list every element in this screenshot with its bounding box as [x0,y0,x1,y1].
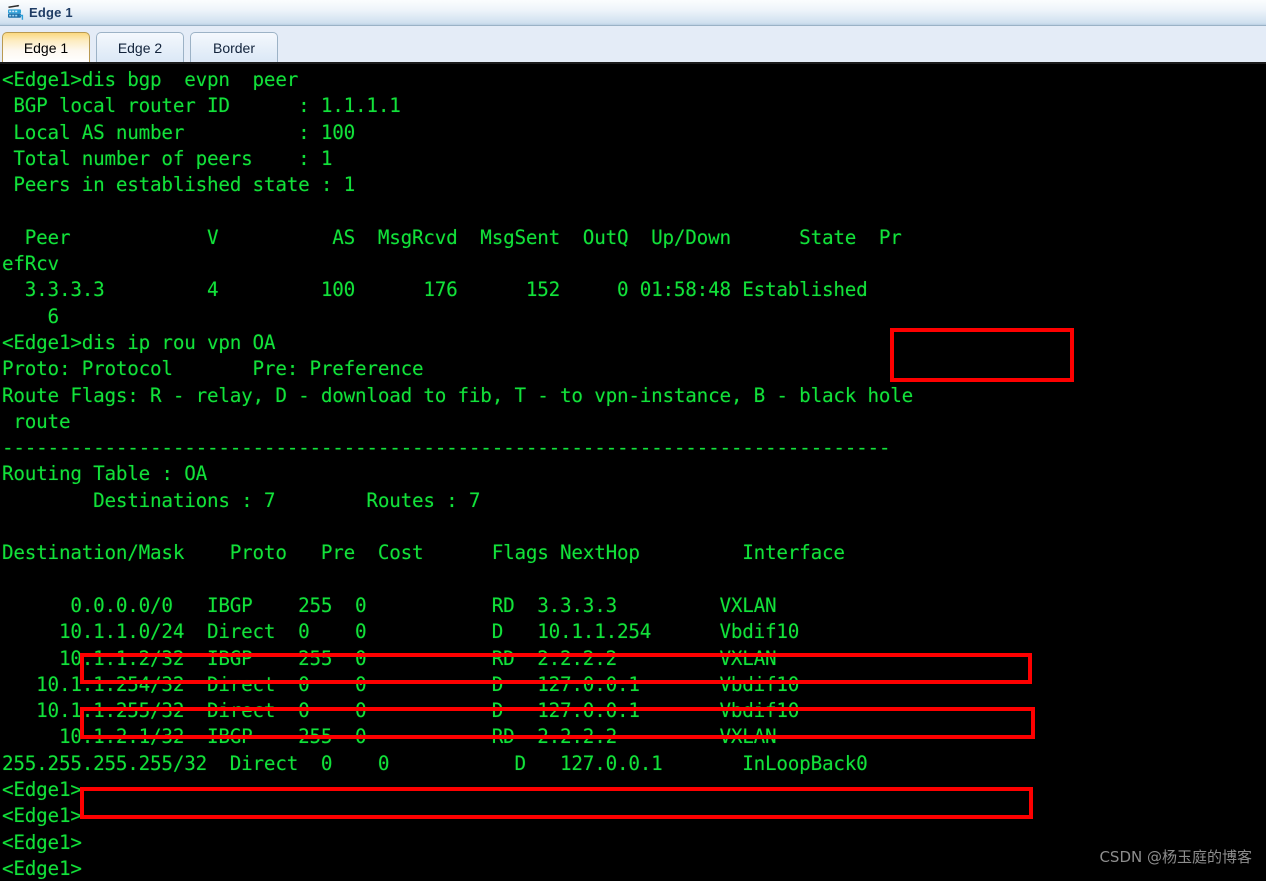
router-device-icon [6,4,24,22]
established-state-box [890,328,1074,382]
tab-border[interactable]: Border [190,32,278,62]
tab-label: Edge 1 [23,39,69,56]
terminal-window: Edge 1 Edge 1 Edge 2 Border <Edge1>dis b… [0,0,1266,881]
tab-edge-1[interactable]: Edge 1 [2,32,90,62]
terminal-output: <Edge1>dis bgp evpn peer BGP local route… [2,68,914,880]
tab-edge-2[interactable]: Edge 2 [96,32,184,62]
window-title: Edge 1 [29,5,73,20]
window-title-bar: Edge 1 [0,0,1266,26]
tab-label: Edge 2 [117,39,163,56]
terminal-console[interactable]: <Edge1>dis bgp evpn peer BGP local route… [0,64,1266,881]
tab-label: Border [212,39,256,56]
device-tab-bar: Edge 1 Edge 2 Border [0,26,1266,64]
watermark: CSDN @杨玉庭的博客 [1099,848,1252,866]
